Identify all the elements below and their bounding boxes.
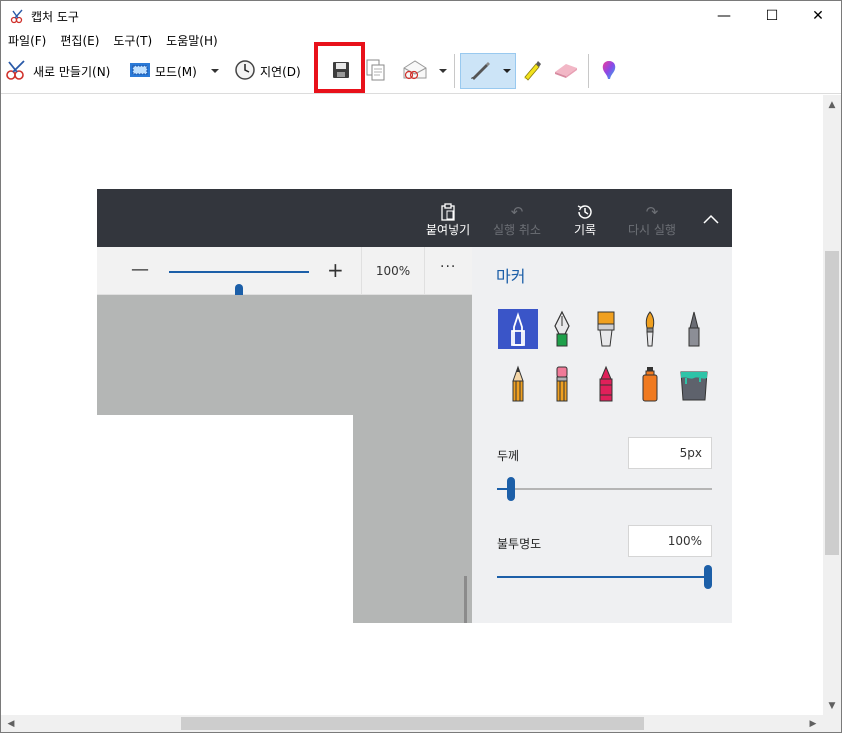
save-icon [332, 61, 350, 82]
zoom-value: 100% [361, 247, 425, 295]
thickness-slider-thumb [507, 477, 516, 501]
history-label: 기록 [574, 223, 597, 237]
pen-icon [468, 58, 492, 85]
eraser-icon [553, 61, 579, 82]
canvas-scrollbar [464, 576, 467, 623]
paint3d-button[interactable] [599, 51, 619, 91]
opacity-slider [497, 565, 712, 589]
calligraphy-pen-tool [542, 309, 582, 349]
capture-top-bar: 붙여넣기 ↶ 실행 취소 기록 ↷ 다시 실행 [97, 189, 732, 247]
fill-bucket-tool [674, 364, 714, 404]
zoom-out-icon: — [131, 259, 149, 280]
brush-panel: 마커 두께 5px 불투명도 100% [472, 247, 732, 623]
pen-dropdown-arrow[interactable] [502, 51, 514, 91]
pen-button[interactable] [462, 51, 498, 91]
mode-dropdown-arrow[interactable] [210, 51, 222, 91]
canvas-area [97, 415, 353, 623]
pencil-gray-tool [674, 309, 714, 349]
redo-icon: ↷ [645, 203, 659, 221]
mode-rect-icon [129, 61, 151, 82]
eraser-pencil-tool [542, 364, 582, 404]
panel-title: 마커 [496, 267, 526, 286]
history-button: 기록 [574, 203, 596, 238]
close-button[interactable]: ✕ [795, 1, 841, 31]
new-snip-label: 새로 만들기(N) [33, 64, 111, 79]
menu-bar: 파일(F) 편집(E) 도구(T) 도움말(H) [1, 31, 841, 51]
spray-can-tool [630, 364, 670, 404]
new-snip-button[interactable]: 새로 만들기(N) [5, 51, 110, 91]
redo-button: ↷ 다시 실행 [628, 203, 676, 238]
zoom-bar: — + 100% ··· [97, 247, 472, 308]
history-icon [576, 203, 594, 221]
scroll-right-icon[interactable]: ▶ [805, 715, 821, 732]
save-button[interactable] [328, 51, 354, 91]
toolbar: 새로 만들기(N) 모드(M) 지연(D) [1, 42, 841, 94]
scroll-down-icon[interactable]: ▼ [823, 698, 841, 714]
marker-tool [498, 309, 538, 349]
highlighter-icon [520, 58, 544, 85]
menu-help[interactable]: 도움말(H) [159, 31, 225, 51]
thickness-value: 5px [628, 437, 712, 469]
toolbar-separator [588, 54, 589, 88]
scissors-icon [5, 59, 29, 84]
menu-edit[interactable]: 편집(E) [53, 31, 106, 51]
opacity-value: 100% [628, 525, 712, 557]
horizontal-scrollbar[interactable]: ◀ ▶ [1, 715, 823, 732]
mode-button[interactable]: 모드(M) [129, 51, 197, 91]
crayon-tool [586, 364, 626, 404]
undo-label: 실행 취소 [493, 223, 541, 237]
scissors-app-icon [10, 8, 26, 24]
toolbar-separator [454, 54, 455, 88]
snipping-tool-window: 캡처 도구 — ☐ ✕ 파일(F) 편집(E) 도구(T) 도움말(H) 새로 … [0, 0, 842, 733]
horizontal-scroll-thumb[interactable] [181, 717, 644, 730]
menu-file[interactable]: 파일(F) [1, 31, 53, 51]
title-bar: 캡처 도구 — ☐ ✕ [1, 1, 841, 31]
pencil-tool [498, 364, 538, 404]
zoom-slider [169, 271, 309, 308]
opacity-slider-thumb [704, 565, 712, 589]
undo-button: ↶ 실행 취소 [493, 203, 541, 238]
paste-label: 붙여넣기 [426, 223, 471, 237]
vertical-scrollbar[interactable]: ▲ ▼ [823, 95, 841, 716]
more-options-icon: ··· [440, 259, 457, 275]
highlighter-button[interactable] [519, 51, 545, 91]
redo-label: 다시 실행 [628, 223, 676, 237]
zoom-in-icon: + [327, 258, 344, 282]
undo-icon: ↶ [510, 203, 524, 221]
menu-tools[interactable]: 도구(T) [106, 31, 159, 51]
paint3d-icon [601, 59, 617, 84]
send-email-icon [401, 59, 429, 84]
clipboard-icon [440, 203, 456, 221]
maximize-button[interactable]: ☐ [749, 1, 795, 31]
copy-button[interactable] [363, 51, 389, 91]
delay-button[interactable]: 지연(D) [234, 51, 301, 91]
opacity-label: 불투명도 [497, 537, 542, 551]
vertical-scroll-thumb[interactable] [825, 251, 839, 555]
delay-label: 지연(D) [260, 64, 301, 79]
chevron-up-icon [703, 209, 719, 228]
scrollbar-corner [823, 715, 841, 732]
send-dropdown-arrow[interactable] [438, 51, 450, 91]
captured-image: 붙여넣기 ↶ 실행 취소 기록 ↷ 다시 실행 — + 100% ··· 마커 … [97, 189, 732, 623]
paste-button: 붙여넣기 [426, 203, 470, 238]
opacity-slider-fill [497, 576, 708, 578]
watercolor-brush-tool [630, 309, 670, 349]
mode-label: 모드(M) [155, 64, 197, 79]
thickness-label: 두께 [497, 449, 520, 463]
minimize-button[interactable]: — [701, 1, 747, 31]
scroll-left-icon[interactable]: ◀ [3, 715, 19, 732]
scroll-up-icon[interactable]: ▲ [823, 97, 841, 113]
oil-brush-tool [586, 309, 626, 349]
thickness-slider [497, 477, 712, 501]
window-title: 캡처 도구 [31, 10, 79, 24]
copy-icon [366, 59, 386, 84]
clock-icon [234, 59, 256, 84]
send-email-button[interactable] [399, 51, 431, 91]
eraser-button[interactable] [553, 51, 579, 91]
